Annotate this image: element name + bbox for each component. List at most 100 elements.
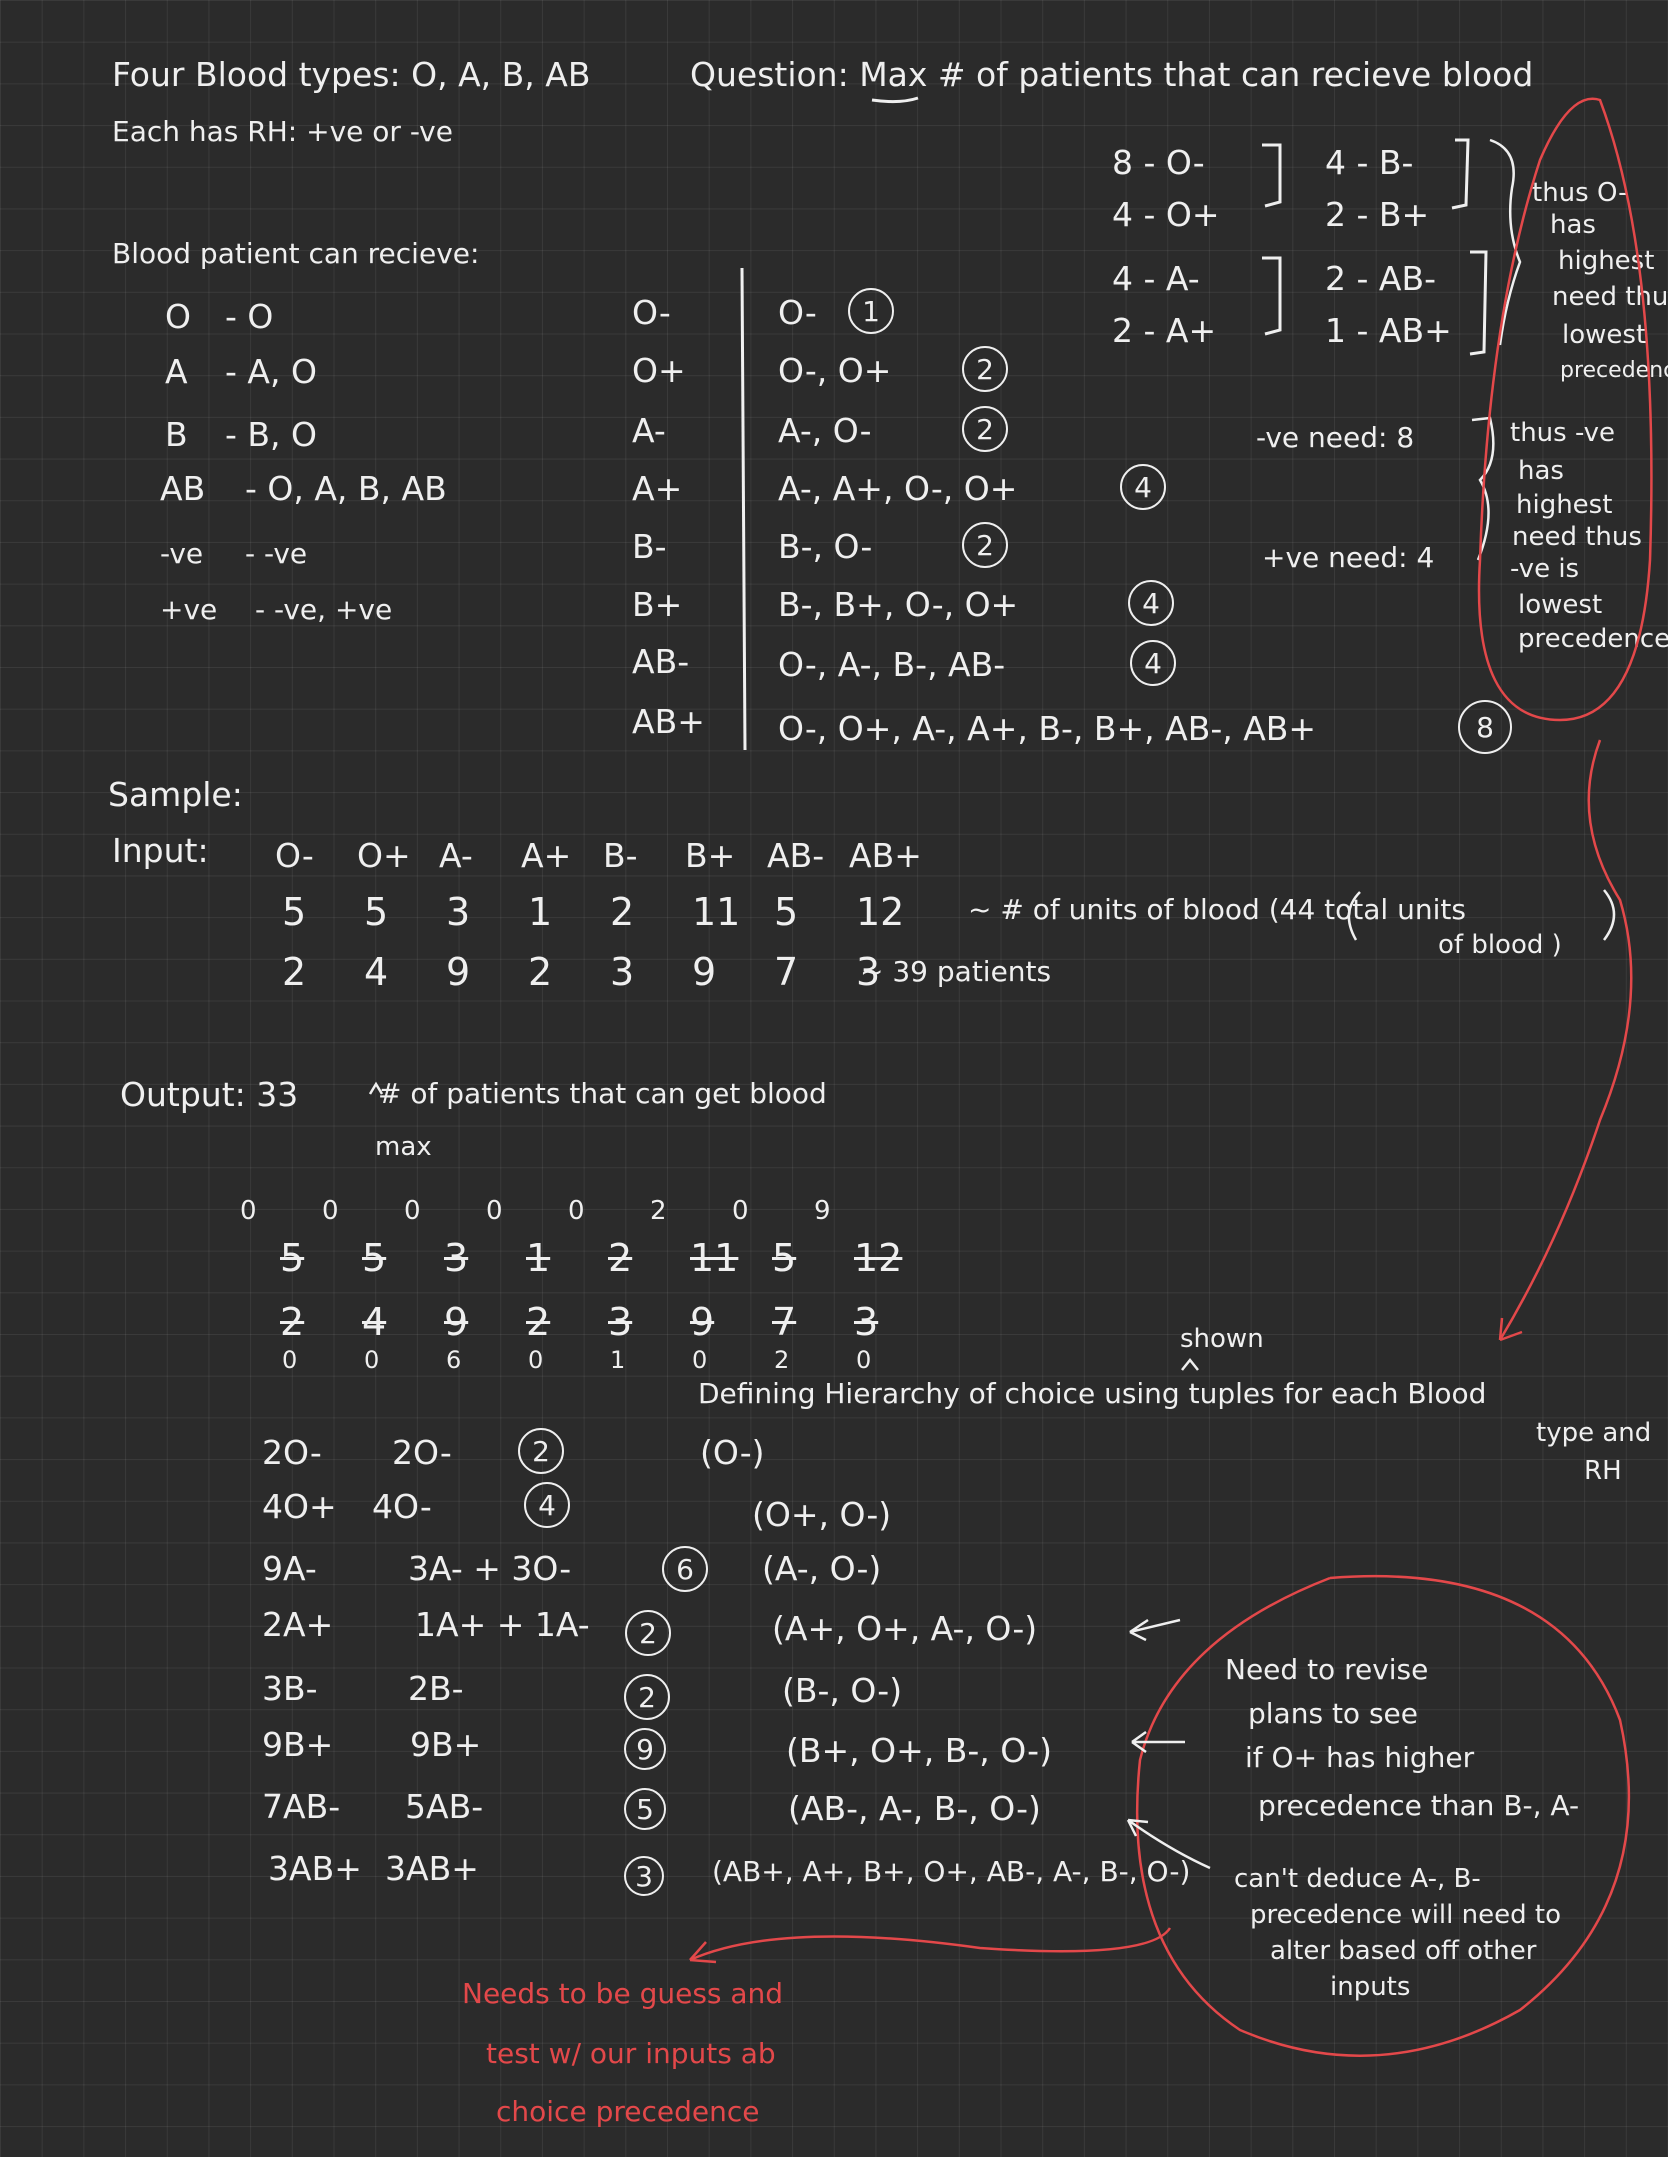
compat-title: Blood patient can recieve:	[112, 237, 480, 270]
table-type: AB+	[632, 702, 705, 741]
alloc-right: 2O-	[392, 1433, 452, 1472]
compat-type: B	[165, 415, 188, 454]
scratch-num: 5	[772, 1236, 797, 1280]
table-sources: B-, B+, O-, O+	[778, 585, 1019, 624]
note-line: highest	[1558, 246, 1655, 276]
note-line: alter based off other	[1270, 1936, 1537, 1966]
note-line: thus O-	[1532, 178, 1628, 208]
hierarchy-title-3: RH	[1584, 1456, 1622, 1486]
scratch-num: 12	[854, 1236, 903, 1280]
table-type: A-	[632, 411, 666, 450]
note-line: lowest	[1518, 590, 1603, 620]
hierarchy-title-2: type and	[1536, 1418, 1652, 1448]
note-line: need thus	[1552, 282, 1668, 312]
units-note-2: of blood )	[1438, 930, 1562, 960]
alloc-count: 3	[624, 1856, 664, 1896]
unit-value: 11	[692, 890, 741, 934]
note-line: precedence than B-, A-	[1258, 1789, 1580, 1822]
alloc-left: 2A+	[262, 1605, 334, 1644]
note-line: plans to see	[1248, 1697, 1418, 1730]
scratch-num: 2	[526, 1300, 551, 1344]
need-right: 4 - B-	[1325, 143, 1414, 182]
note-line: need thus	[1512, 522, 1642, 552]
scratch-num: 2	[608, 1236, 633, 1280]
tuple: (O-)	[700, 1433, 765, 1472]
scratch-num: 2	[280, 1300, 305, 1344]
tuple: (AB+, A+, B+, O+, AB-, A-, B-, O-)	[712, 1855, 1191, 1888]
tuple: (A+, O+, A-, O-)	[772, 1609, 1038, 1648]
table-sources: A-, O-	[778, 411, 872, 450]
scratch-num: 0	[856, 1346, 872, 1374]
scratch-num: 3	[608, 1300, 633, 1344]
scratch-bottom: 0 0 6 0 1 0 2 0	[282, 1346, 938, 1374]
alloc-count: 2	[625, 1610, 671, 1656]
compat-type: A	[165, 352, 188, 391]
scratch-num: 0	[404, 1196, 421, 1226]
table-sources: O-	[778, 293, 817, 332]
table-sources: O-, O+	[778, 351, 892, 390]
alloc-count: 4	[524, 1482, 570, 1528]
pos-need: +ve need: 4	[1262, 541, 1435, 574]
unit-value: 1	[528, 890, 553, 934]
table-sources: O-, O+, A-, A+, B-, B+, AB-, AB+	[778, 709, 1317, 748]
alloc-count: 9	[624, 1728, 666, 1770]
scratch-num: 2	[650, 1196, 667, 1226]
sample-patients: 2 4 9 2 3 9 7 3	[282, 950, 938, 994]
white-arrow	[1129, 1618, 1181, 1642]
patient-value: 2	[528, 950, 553, 994]
white-arrow	[1131, 1730, 1185, 1754]
scratch-num: 1	[610, 1346, 626, 1374]
table-type: B-	[632, 527, 667, 566]
caret	[1181, 1357, 1199, 1371]
table-type: O+	[632, 351, 686, 390]
note-line: Need to revise	[1225, 1653, 1429, 1686]
patient-value: 9	[692, 950, 717, 994]
red-arrow-2	[689, 1927, 1172, 1962]
patient-value: 4	[364, 950, 389, 994]
brace	[1471, 416, 1495, 561]
alloc-right: 3A- + 3O-	[408, 1549, 572, 1588]
sample-header: O-	[275, 836, 314, 875]
sample-units: 5 5 3 1 2 11 5 12	[282, 890, 938, 934]
alloc-right: 4O-	[372, 1487, 432, 1526]
alloc-left: 9B+	[262, 1725, 334, 1764]
sample-header: B+	[685, 836, 736, 875]
sample-header: B-	[603, 836, 638, 875]
bracket	[1451, 138, 1470, 210]
note-line: can't deduce A-, B-	[1234, 1864, 1481, 1894]
scratch-num: 2	[774, 1346, 790, 1374]
table-sources: A-, A+, O-, O+	[778, 469, 1018, 508]
note-line: precedence	[1560, 358, 1668, 383]
tuple: (B+, O+, B-, O-)	[786, 1731, 1052, 1770]
sample-label: Sample:	[108, 775, 243, 814]
scratch-num: 9	[814, 1196, 831, 1226]
table-type: AB-	[632, 642, 690, 681]
alloc-left: 3AB+	[268, 1849, 362, 1888]
table-count: 4	[1128, 580, 1174, 626]
need-right: 2 - AB-	[1325, 259, 1437, 298]
scratch-num: 0	[692, 1346, 708, 1374]
sample-header: O+	[357, 836, 411, 875]
unit-value: 5	[282, 890, 307, 934]
unit-value: 5	[364, 890, 389, 934]
compat-type: -ve	[160, 537, 204, 570]
sample-header: AB+	[849, 836, 922, 875]
compat-gets: - O	[225, 297, 274, 336]
sample-header: A-	[439, 836, 473, 875]
scratch-num: 5	[362, 1236, 387, 1280]
rh-line: Each has RH: +ve or -ve	[112, 115, 453, 148]
scratch-top: 0 0 0 0 0 2 0 9	[240, 1196, 896, 1226]
note-line: has	[1550, 210, 1596, 240]
scratch-num: 5	[280, 1236, 305, 1280]
compat-gets: - A, O	[225, 352, 317, 391]
note-line: lowest	[1562, 320, 1647, 350]
need-left: 2 - A+	[1112, 311, 1217, 350]
table-count: 2	[962, 346, 1008, 392]
alloc-left: 4O+	[262, 1487, 337, 1526]
scratch-num: 0	[282, 1346, 298, 1374]
alloc-left: 3B-	[262, 1669, 318, 1708]
scratch-num: 9	[444, 1300, 469, 1344]
question-line: Question: Max # of patients that can rec…	[690, 55, 1534, 94]
tuple: (AB-, A-, B-, O-)	[788, 1789, 1041, 1828]
alloc-right: 5AB-	[405, 1787, 484, 1826]
